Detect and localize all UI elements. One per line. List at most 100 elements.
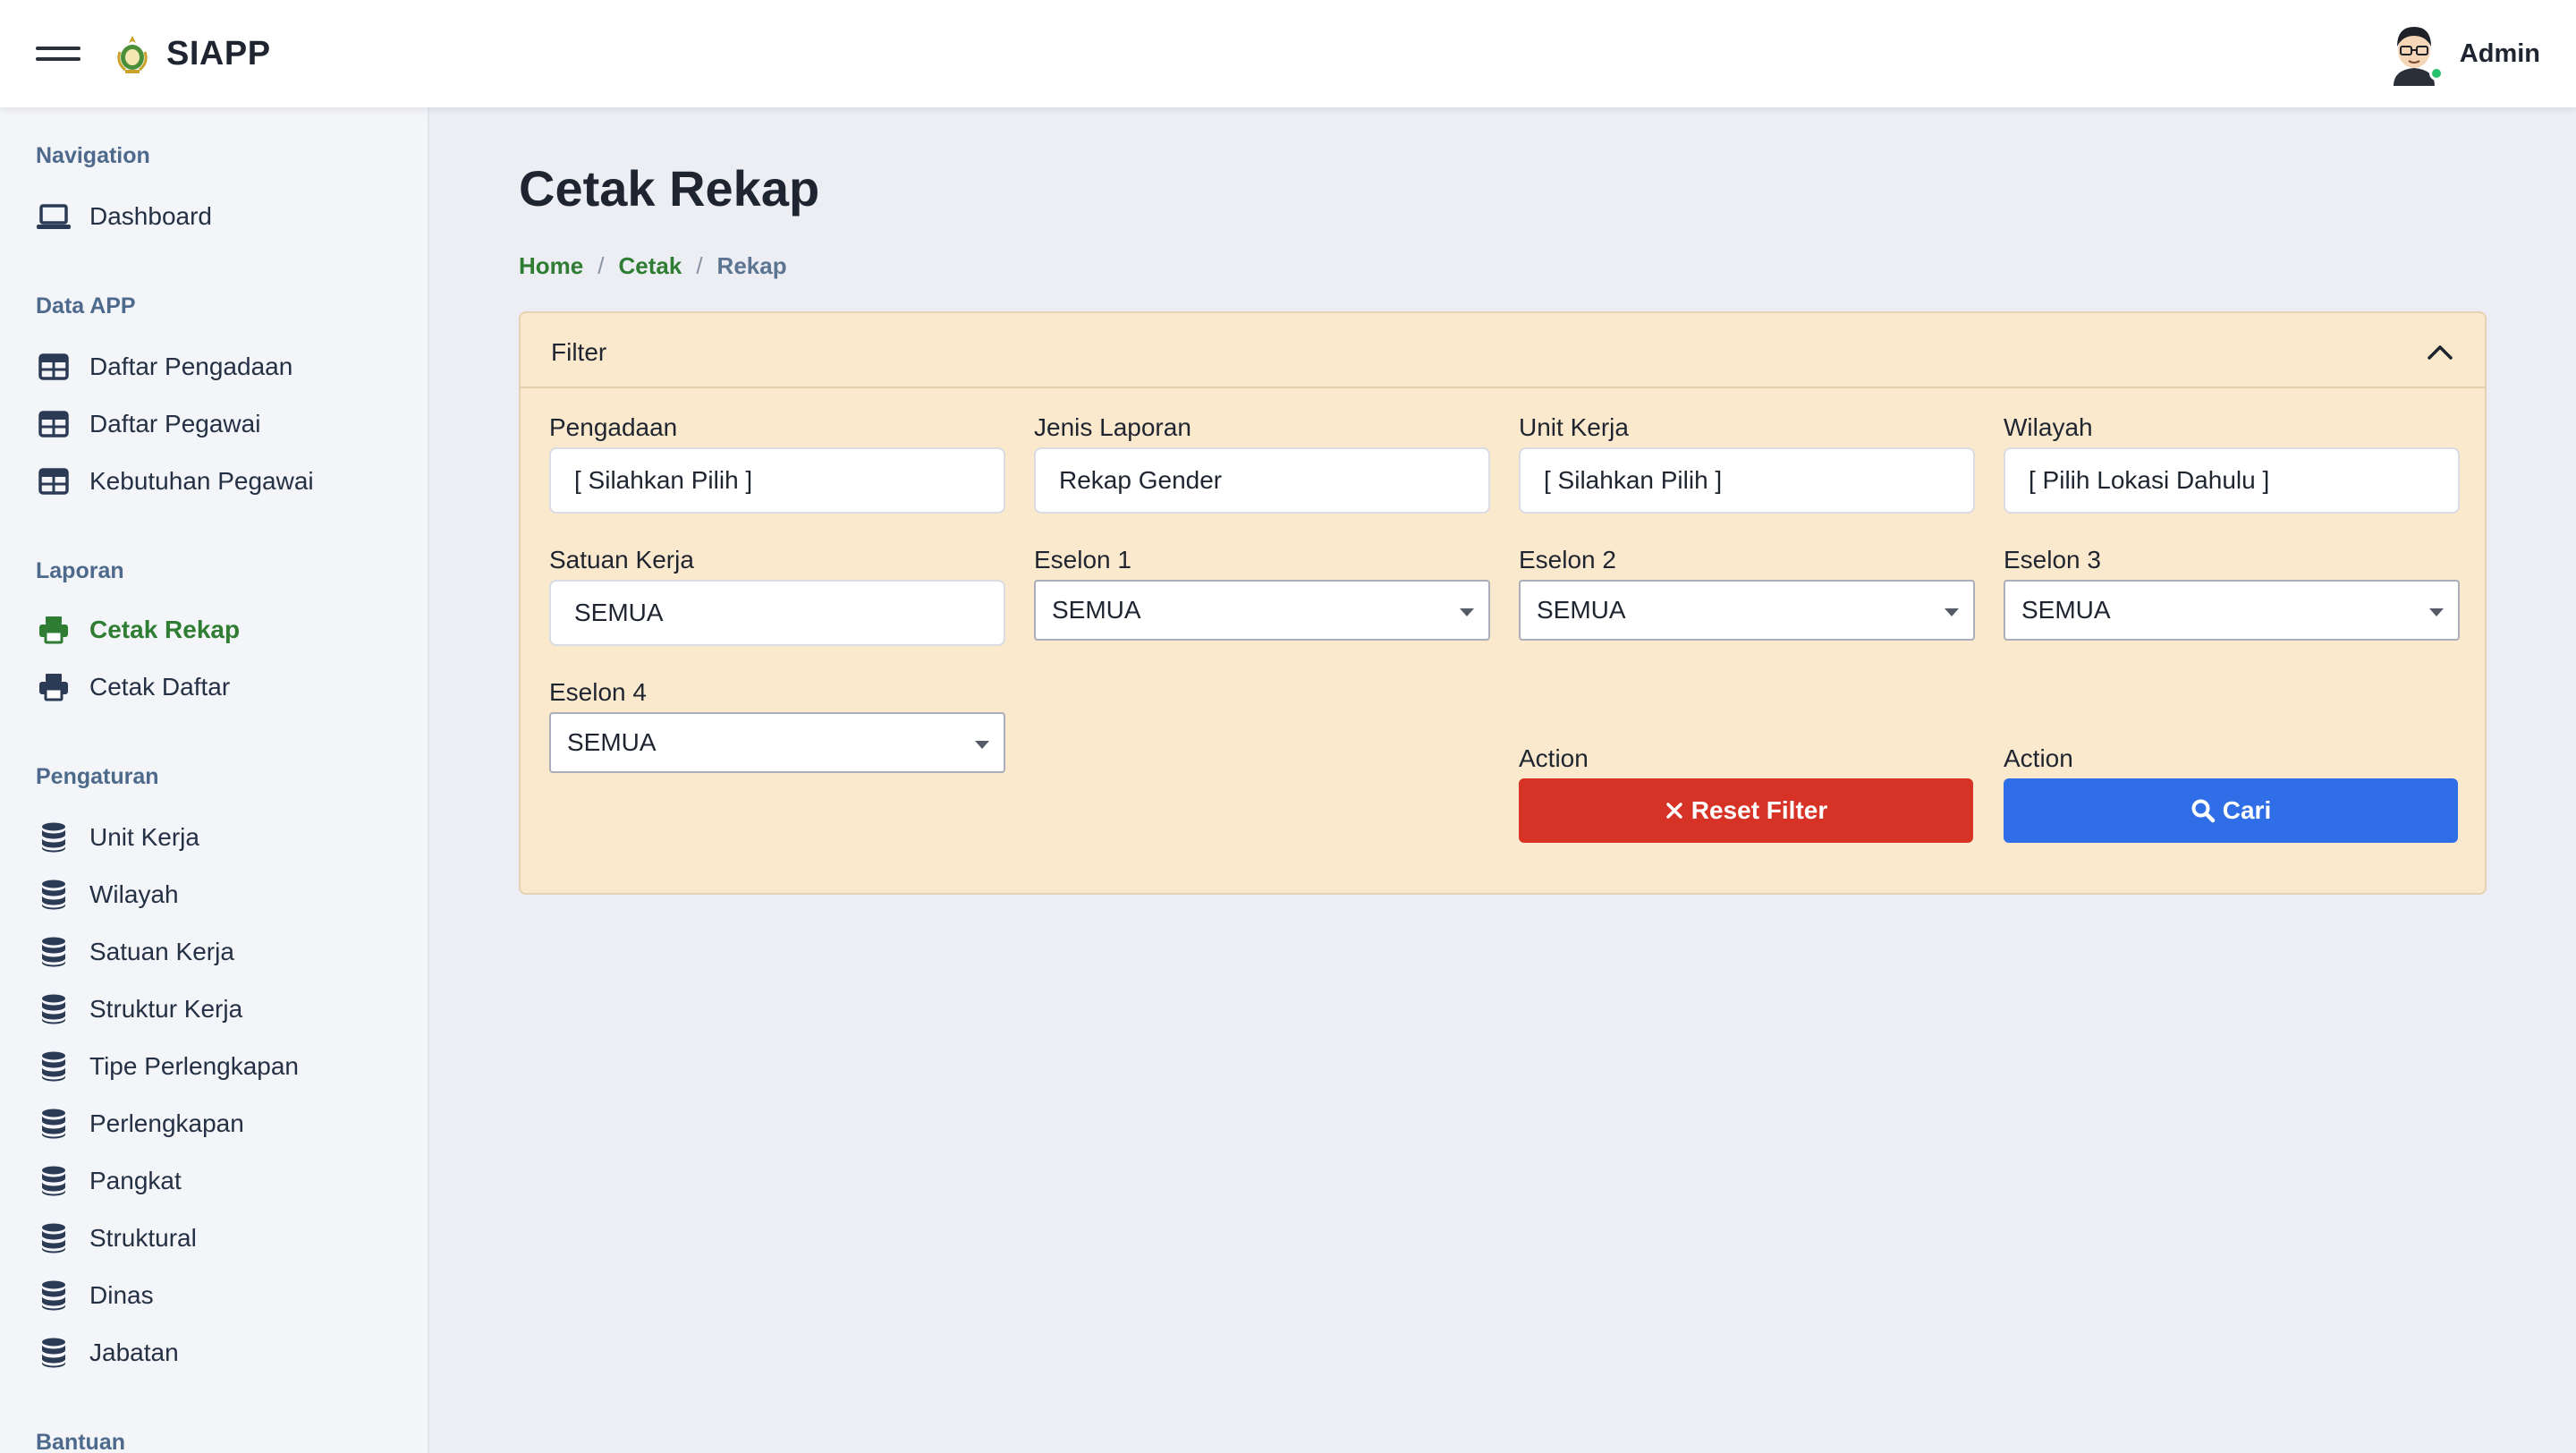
- sidebar-item-kebutuhan-pegawai[interactable]: Kebutuhan Pegawai: [36, 460, 314, 503]
- sidebar-item-label: Tipe Perlengkapan: [89, 1052, 300, 1080]
- eselon3-select[interactable]: SEMUA: [2004, 580, 2460, 641]
- sidebar-item-label: Pangkat: [89, 1167, 182, 1194]
- eselon4-select[interactable]: SEMUA: [549, 712, 1005, 773]
- sidebar-item-daftar-pengadaan[interactable]: Daftar Pengadaan: [36, 345, 292, 388]
- database-icon: [36, 1049, 72, 1084]
- brand[interactable]: SIAPP: [113, 30, 271, 77]
- table-icon: [36, 349, 72, 385]
- sidebar-item-dashboard[interactable]: Dashboard: [36, 195, 212, 238]
- database-icon: [36, 1106, 72, 1142]
- sidebar-item-daftar-pegawai[interactable]: Daftar Pegawai: [36, 403, 260, 446]
- pengadaan-select[interactable]: [ Silahkan Pilih ]: [549, 447, 1005, 514]
- jenis-laporan-label: Jenis Laporan: [1034, 413, 1191, 441]
- database-icon: [36, 1220, 72, 1256]
- sidebar-item-label: Perlengkapan: [89, 1109, 244, 1137]
- breadcrumb-home-link[interactable]: Home: [519, 252, 583, 280]
- sidebar-section-pengaturan: Pengaturan: [36, 764, 159, 789]
- app-name: SIAPP: [166, 34, 271, 72]
- caret-down-icon: [975, 741, 989, 749]
- sidebar-section-laporan: Laporan: [36, 558, 124, 583]
- filter-card-header[interactable]: Filter: [521, 313, 2485, 388]
- user-menu[interactable]: Admin: [2385, 18, 2540, 89]
- table-icon: [36, 406, 72, 442]
- database-icon: [36, 877, 72, 913]
- filter-card: Filter Pengadaan [ Silahkan Pilih ] Jeni…: [519, 311, 2487, 895]
- sidebar-item-label: Daftar Pengadaan: [89, 353, 293, 380]
- jenis-laporan-select[interactable]: Rekap Gender: [1034, 447, 1490, 514]
- chevron-up-icon[interactable]: [2422, 335, 2458, 367]
- sidebar-item-label: Dinas: [89, 1281, 154, 1309]
- database-icon: [36, 1278, 72, 1313]
- unit-kerja-label: Unit Kerja: [1519, 413, 1629, 441]
- database-icon: [36, 934, 72, 970]
- breadcrumb-current: Rekap: [716, 252, 787, 279]
- avatar: [2385, 20, 2444, 88]
- eselon3-value: SEMUA: [2021, 596, 2111, 624]
- sidebar-item-pangkat[interactable]: Pangkat: [36, 1160, 182, 1202]
- breadcrumb-separator: /: [597, 252, 605, 279]
- sidebar-item-wilayah[interactable]: Wilayah: [36, 873, 179, 916]
- sidebar-item-perlengkapan[interactable]: Perlengkapan: [36, 1102, 244, 1145]
- close-icon: [1665, 801, 1684, 820]
- eselon4-value: SEMUA: [567, 728, 657, 756]
- reset-action-label: Action: [1519, 744, 1589, 772]
- wilayah-label: Wilayah: [2004, 413, 2093, 441]
- table-icon: [36, 463, 72, 499]
- eselon1-value: SEMUA: [1052, 596, 1141, 624]
- reset-filter-button[interactable]: Reset Filter: [1519, 778, 1973, 843]
- pengadaan-label: Pengadaan: [549, 413, 678, 441]
- sidebar-item-label: Struktural: [89, 1224, 197, 1252]
- caret-down-icon: [1460, 608, 1474, 616]
- laptop-icon: [36, 199, 72, 234]
- eselon2-label: Eselon 2: [1519, 546, 1616, 574]
- sidebar-item-tipe-perlengkapan[interactable]: Tipe Perlengkapan: [36, 1045, 299, 1088]
- eselon4-label: Eselon 4: [549, 678, 647, 706]
- filter-title: Filter: [551, 338, 607, 366]
- database-icon: [36, 1163, 72, 1199]
- sidebar-item-label: Struktur Kerja: [89, 995, 243, 1023]
- sidebar: Navigation Dashboard Data APP Daftar Pen…: [0, 107, 429, 1453]
- breadcrumb-cetak-link[interactable]: Cetak: [618, 252, 682, 280]
- sidebar-item-unit-kerja[interactable]: Unit Kerja: [36, 816, 199, 859]
- search-action-label: Action: [2004, 744, 2073, 772]
- logo-icon: [117, 36, 148, 73]
- eselon2-value: SEMUA: [1537, 596, 1626, 624]
- printer-icon: [36, 669, 72, 705]
- sidebar-item-label: Cetak Rekap: [89, 616, 241, 643]
- eselon1-label: Eselon 1: [1034, 546, 1131, 574]
- unit-kerja-select[interactable]: [ Silahkan Pilih ]: [1519, 447, 1975, 514]
- sidebar-item-label: Jabatan: [89, 1338, 179, 1366]
- caret-down-icon: [2429, 608, 2444, 616]
- sidebar-item-cetak-daftar[interactable]: Cetak Daftar: [36, 666, 230, 709]
- page-title: Cetak Rekap: [519, 160, 820, 217]
- sidebar-item-label: Kebutuhan Pegawai: [89, 467, 314, 495]
- search-icon: [2190, 798, 2216, 823]
- eselon2-select[interactable]: SEMUA: [1519, 580, 1975, 641]
- search-button[interactable]: Cari: [2004, 778, 2458, 843]
- sidebar-section-bantuan: Bantuan: [36, 1430, 125, 1453]
- sidebar-item-dinas[interactable]: Dinas: [36, 1274, 154, 1317]
- reset-filter-label: Reset Filter: [1690, 796, 1828, 824]
- wilayah-select[interactable]: [ Pilih Lokasi Dahulu ]: [2004, 447, 2460, 514]
- database-icon: [36, 820, 72, 855]
- menu-toggle-icon[interactable]: [36, 43, 80, 64]
- online-status-indicator: [2428, 66, 2444, 81]
- satuan-kerja-label: Satuan Kerja: [549, 546, 694, 574]
- database-icon: [36, 1335, 72, 1371]
- eselon1-select[interactable]: SEMUA: [1034, 580, 1490, 641]
- satuan-kerja-select[interactable]: SEMUA: [549, 580, 1005, 646]
- sidebar-item-cetak-rekap[interactable]: Cetak Rekap: [36, 608, 240, 651]
- sidebar-item-label: Daftar Pegawai: [89, 410, 261, 438]
- sidebar-item-struktur-kerja[interactable]: Struktur Kerja: [36, 988, 242, 1031]
- sidebar-item-struktural[interactable]: Struktural: [36, 1217, 197, 1260]
- sidebar-section-navigation: Navigation: [36, 143, 150, 168]
- printer-icon: [36, 612, 72, 648]
- database-icon: [36, 991, 72, 1027]
- user-name: Admin: [2459, 38, 2540, 68]
- sidebar-item-label: Dashboard: [89, 202, 212, 230]
- sidebar-item-label: Satuan Kerja: [89, 938, 234, 965]
- sidebar-item-satuan-kerja[interactable]: Satuan Kerja: [36, 930, 234, 973]
- breadcrumb-separator: /: [696, 252, 703, 279]
- breadcrumb: Home / Cetak / Rekap: [519, 252, 787, 280]
- sidebar-item-jabatan[interactable]: Jabatan: [36, 1331, 179, 1374]
